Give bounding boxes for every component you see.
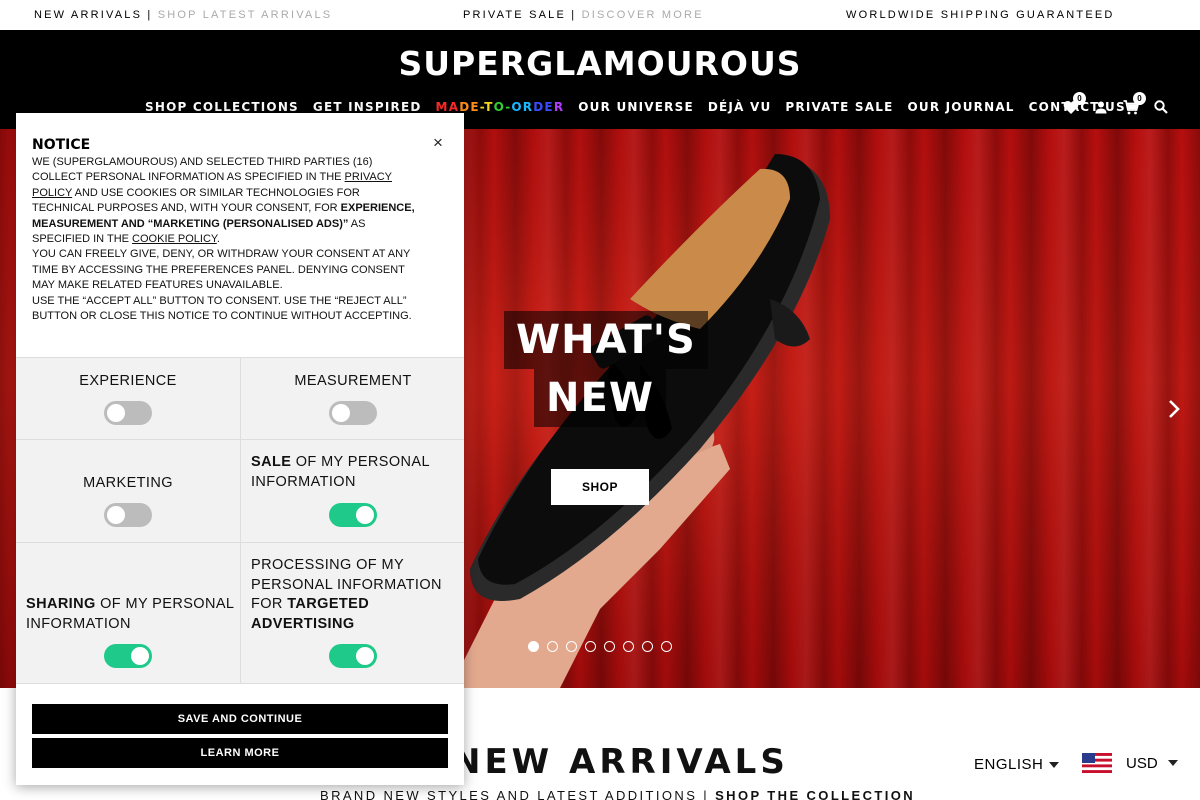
- nav-private-sale[interactable]: PRIVATE SALE: [785, 100, 893, 114]
- targeted-advertising-toggle[interactable]: [329, 644, 377, 668]
- save-and-continue-button[interactable]: SAVE AND CONTINUE: [32, 704, 448, 734]
- discover-more-link[interactable]: DISCOVER MORE: [582, 9, 704, 21]
- consent-label: MEASUREMENT: [294, 373, 412, 389]
- slider-dot[interactable]: [642, 641, 653, 652]
- announcement-private-sale[interactable]: PRIVATE SALE | DISCOVER MORE: [463, 9, 704, 21]
- shop-the-collection-link[interactable]: SHOP THE COLLECTION: [715, 788, 915, 800]
- hero-title: WHAT'S NEW: [504, 311, 708, 427]
- announcement-shipping: WORLDWIDE SHIPPING GUARANTEED: [846, 9, 1115, 21]
- slider-next-button[interactable]: [1162, 395, 1186, 423]
- chevron-down-icon: [1049, 761, 1060, 768]
- nav-shop-collections[interactable]: SHOP COLLECTIONS: [145, 100, 299, 114]
- account-button[interactable]: [1090, 96, 1112, 118]
- shop-latest-arrivals-link[interactable]: SHOP LATEST ARRIVALS: [158, 9, 333, 21]
- nav-our-journal[interactable]: OUR JOURNAL: [907, 100, 1014, 114]
- consent-experience: EXPERIENCE: [16, 358, 240, 439]
- consent-label: PROCESSING OF MY PERSONAL INFORMATION FO…: [251, 557, 442, 632]
- marketing-toggle[interactable]: [104, 503, 152, 527]
- hero-title-line-1: WHAT'S: [504, 311, 708, 369]
- slider-dot[interactable]: [661, 641, 672, 652]
- announcement-new-arrivals[interactable]: NEW ARRIVALS | SHOP LATEST ARRIVALS: [34, 9, 332, 21]
- consent-label: SHARING OF MY PERSONAL INFORMATION: [26, 596, 234, 632]
- section-subtitle: BRAND NEW STYLES AND LATEST ADDITIONS | …: [320, 788, 915, 800]
- announcement-bar: NEW ARRIVALS | SHOP LATEST ARRIVALS PRIV…: [0, 0, 1200, 30]
- nav-our-universe[interactable]: OUR UNIVERSE: [578, 100, 694, 114]
- wishlist-count-badge: 0: [1073, 92, 1086, 105]
- cookie-policy-link[interactable]: cookie policy: [132, 233, 217, 245]
- search-button[interactable]: [1150, 96, 1172, 118]
- chevron-right-icon: [1169, 400, 1180, 418]
- nav-deja-vu[interactable]: DÉJÀ VU: [708, 100, 772, 114]
- consent-marketing: MARKETING: [16, 440, 240, 542]
- slider-dots: [528, 641, 680, 652]
- measurement-toggle[interactable]: [329, 401, 377, 425]
- wishlist-button[interactable]: 0: [1060, 92, 1086, 118]
- consent-row: SHARING OF MY PERSONAL INFORMATION PROCE…: [16, 543, 464, 684]
- slider-dot[interactable]: [528, 641, 539, 652]
- consent-row: EXPERIENCE MEASUREMENT: [16, 358, 464, 440]
- chevron-down-icon: [1167, 760, 1178, 766]
- learn-more-button[interactable]: LEARN MORE: [32, 738, 448, 768]
- announcement-new-arrivals-label: NEW ARRIVALS: [34, 9, 143, 21]
- nav-made-to-order[interactable]: MADE-TO-ORDER: [436, 100, 565, 114]
- slider-dot[interactable]: [547, 641, 558, 652]
- cookie-notice-title: NOTICE: [32, 137, 91, 153]
- sharing-toggle[interactable]: [104, 644, 152, 668]
- hero-title-line-2: NEW: [534, 369, 666, 427]
- consent-label: MARKETING: [83, 475, 173, 491]
- consent-sale: SALE OF MY PERSONAL INFORMATION: [240, 440, 464, 542]
- section-title: NEW ARRIVALS: [452, 742, 789, 782]
- slider-dot[interactable]: [623, 641, 634, 652]
- language-selector[interactable]: ENGLISH: [974, 756, 1060, 773]
- currency-selector[interactable]: USD: [1082, 753, 1178, 773]
- header-icons: 0 0: [1060, 92, 1180, 118]
- consent-row: MARKETING SALE OF MY PERSONAL INFORMATIO…: [16, 440, 464, 543]
- user-icon: [1095, 101, 1107, 113]
- consent-targeted-advertising: PROCESSING OF MY PERSONAL INFORMATION FO…: [240, 543, 464, 683]
- sale-toggle[interactable]: [329, 503, 377, 527]
- experience-toggle[interactable]: [104, 401, 152, 425]
- close-icon[interactable]: ×: [430, 134, 446, 151]
- consent-options-grid: EXPERIENCE MEASUREMENT MARKETING SALE OF…: [16, 357, 464, 684]
- us-flag-icon: [1082, 753, 1112, 773]
- cookie-notice-text: We (Superglamourous) and selected third …: [32, 156, 415, 323]
- consent-label: SALE OF MY PERSONAL INFORMATION: [251, 454, 430, 490]
- consent-sharing: SHARING OF MY PERSONAL INFORMATION: [16, 543, 240, 683]
- search-icon: [1154, 100, 1168, 114]
- cookie-consent-modal: NOTICE × We (Superglamourous) and select…: [16, 113, 464, 785]
- consent-label: EXPERIENCE: [79, 373, 177, 389]
- slider-dot[interactable]: [604, 641, 615, 652]
- cart-count-badge: 0: [1133, 92, 1146, 105]
- consent-measurement: MEASUREMENT: [240, 358, 464, 439]
- nav-get-inspired[interactable]: GET INSPIRED: [313, 100, 422, 114]
- hero-shop-button[interactable]: SHOP: [551, 469, 649, 505]
- cart-button[interactable]: 0: [1120, 92, 1146, 118]
- announcement-private-sale-label: PRIVATE SALE: [463, 9, 567, 21]
- language-value: ENGLISH: [974, 756, 1044, 773]
- site-logo[interactable]: SUPERGLAMOUROUS: [0, 44, 1200, 83]
- slider-dot[interactable]: [585, 641, 596, 652]
- slider-dot[interactable]: [566, 641, 577, 652]
- currency-value: USD: [1126, 754, 1158, 772]
